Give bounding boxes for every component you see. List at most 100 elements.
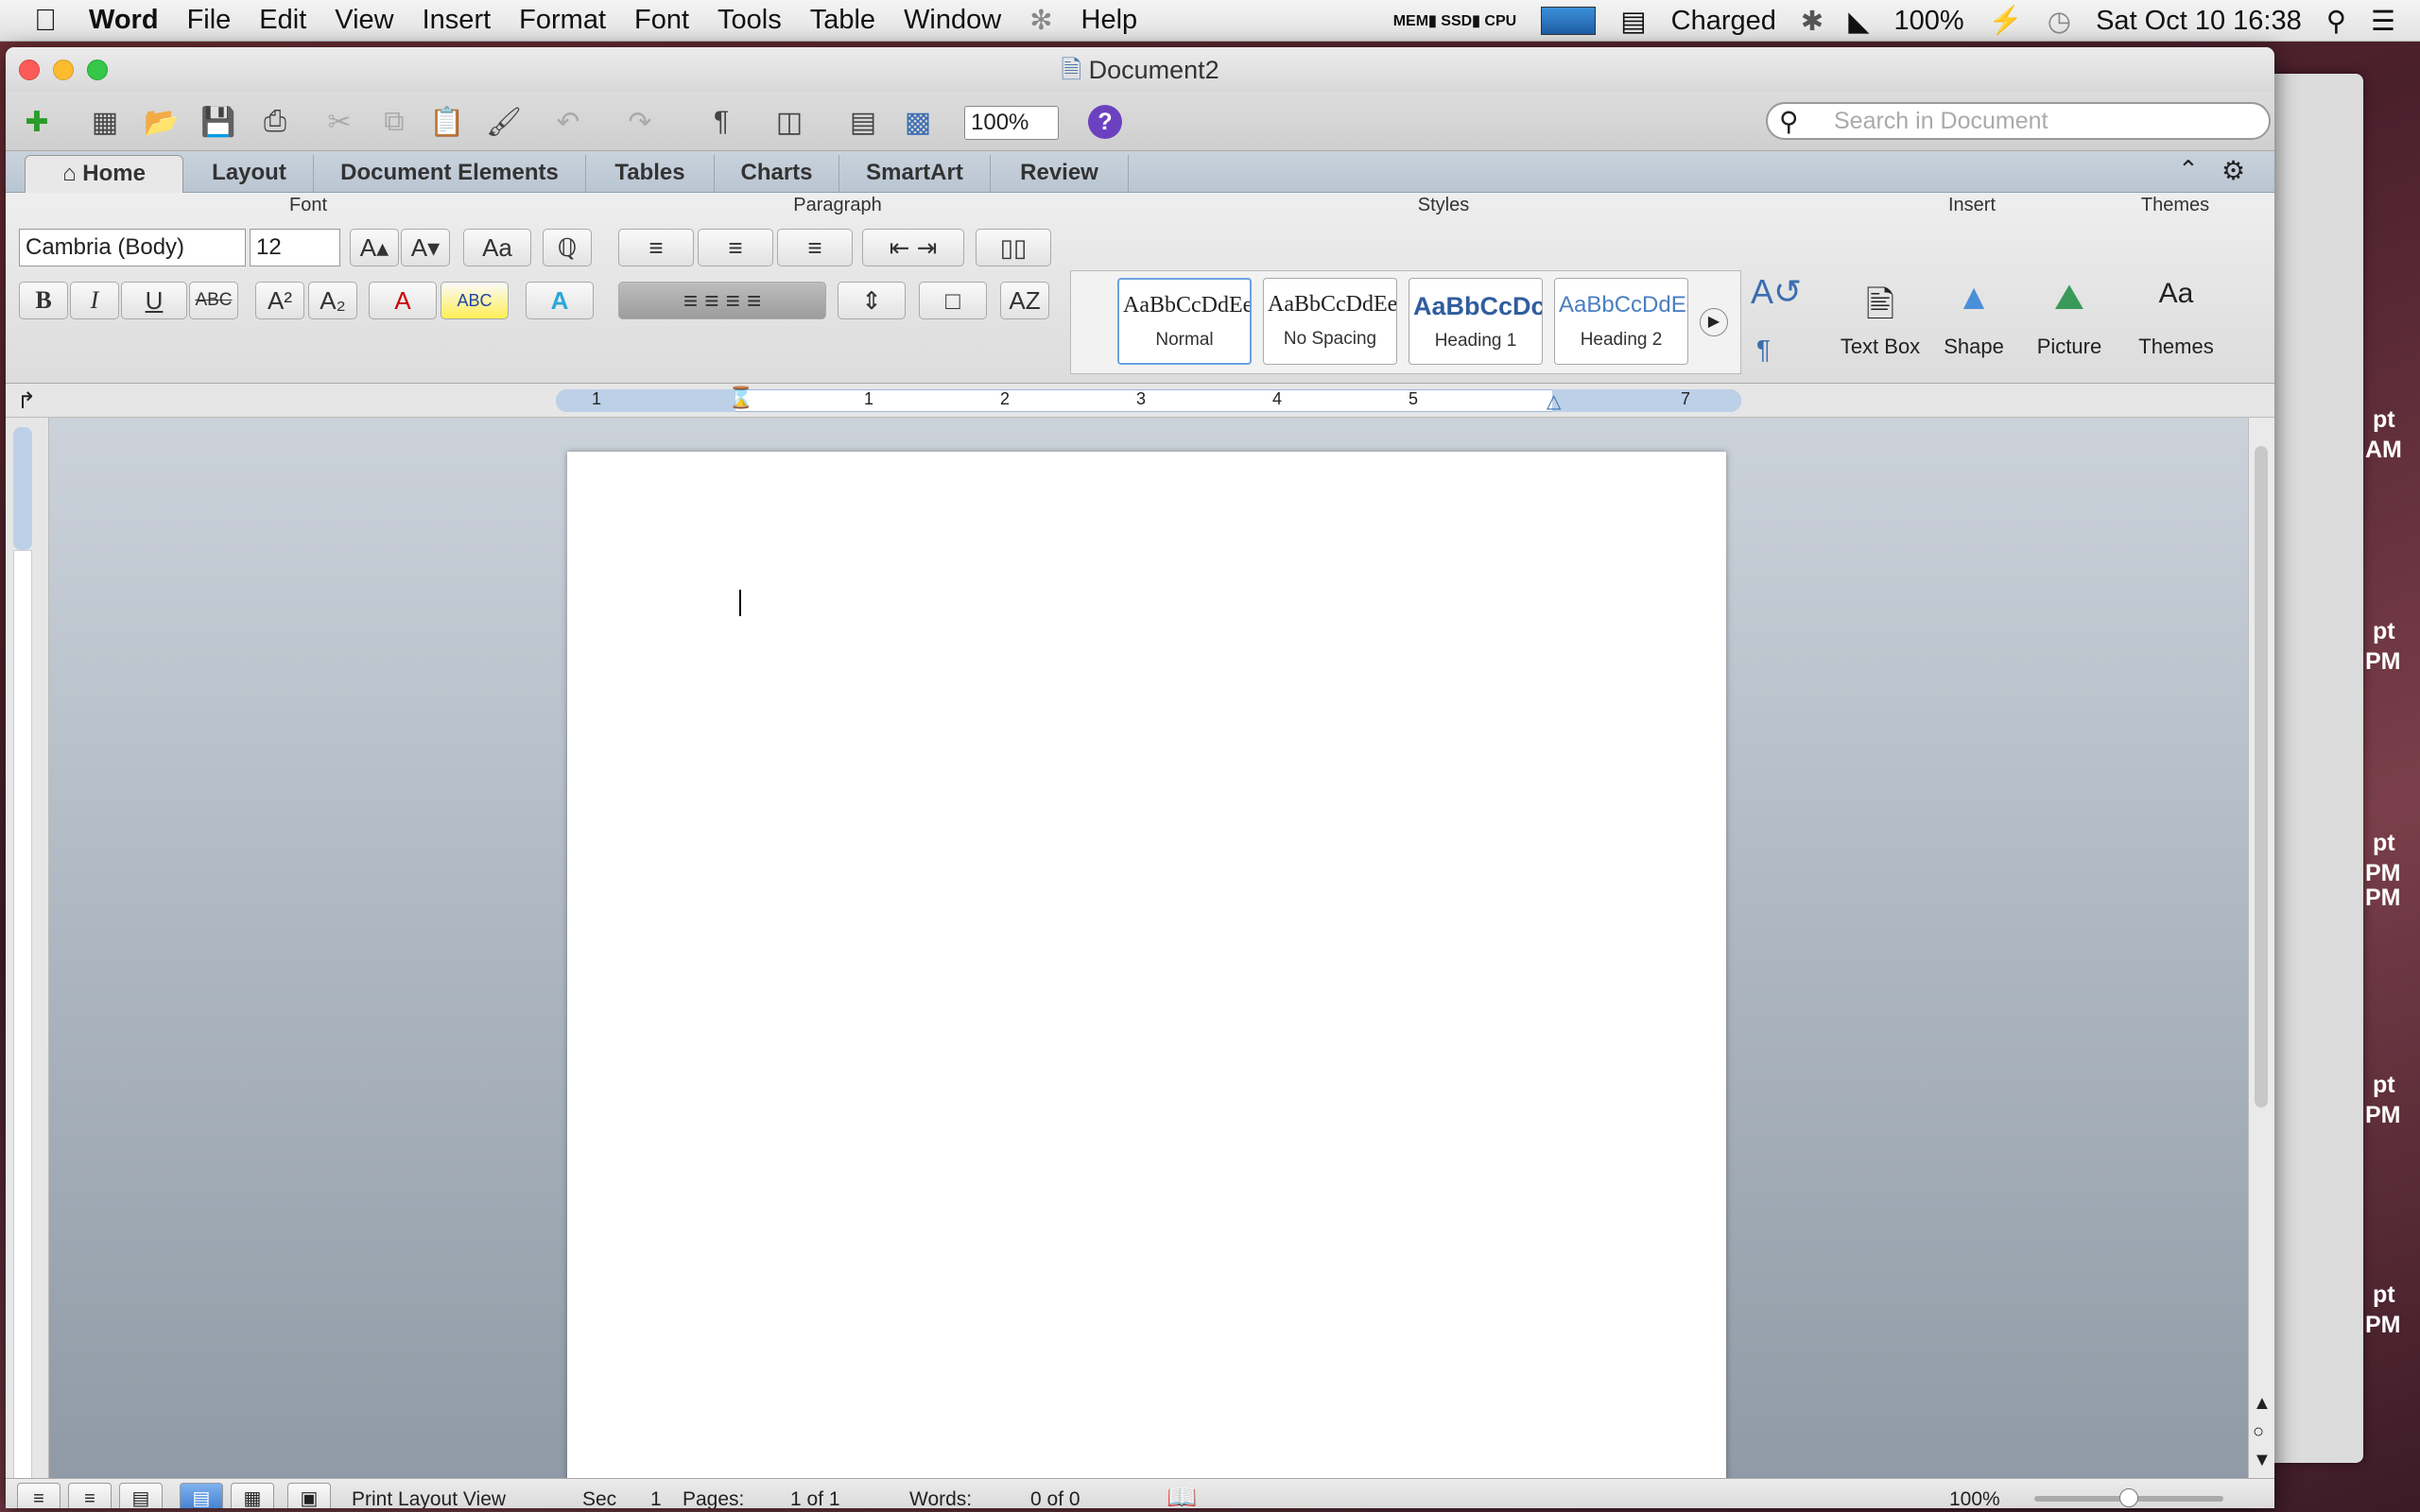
numbering-button[interactable]: ≡: [698, 229, 773, 266]
vertical-ruler[interactable]: [6, 418, 49, 1484]
battery-charging-icon[interactable]: ⚡: [1989, 5, 2023, 37]
strikethrough-button[interactable]: ABC: [189, 282, 238, 319]
print-layout-view-button[interactable]: ▤: [180, 1483, 223, 1508]
menu-table[interactable]: Table: [810, 5, 875, 36]
battery-status[interactable]: Charged: [1671, 6, 1776, 37]
menu-help[interactable]: Help: [1081, 5, 1138, 36]
wifi-icon[interactable]: ◣: [1848, 5, 1869, 38]
menu-tools[interactable]: Tools: [717, 5, 782, 36]
line-spacing-button[interactable]: ⇕: [838, 282, 906, 319]
collapse-ribbon-icon[interactable]: ⌃: [2178, 155, 2199, 184]
gear-icon[interactable]: ⚙: [2221, 155, 2245, 186]
menu-app-word[interactable]: Word: [89, 5, 159, 36]
shrink-font-icon[interactable]: A▾: [401, 229, 450, 266]
script-icon[interactable]: ✻: [1029, 4, 1052, 37]
insert-picture[interactable]: ⛰ Picture: [2027, 278, 2112, 359]
style-heading-2[interactable]: AaBbCcDdEe Heading 2: [1554, 278, 1688, 365]
style-no-spacing[interactable]: AaBbCcDdEe No Spacing: [1263, 278, 1397, 365]
right-indent-marker-icon[interactable]: △: [1547, 389, 1561, 413]
change-case-icon[interactable]: Aa: [463, 229, 531, 266]
italic-button[interactable]: I: [70, 282, 119, 319]
bullets-button[interactable]: ≡: [618, 229, 694, 266]
tab-review[interactable]: Review: [991, 155, 1129, 193]
zoom-select[interactable]: 100%: [964, 106, 1059, 140]
zoom-button[interactable]: [87, 60, 108, 80]
style-heading-1[interactable]: AaBbCcDc Heading 1: [1409, 278, 1543, 365]
spelling-status-icon[interactable]: 📖: [1167, 1483, 1197, 1508]
alignment-buttons[interactable]: ≡ ≡ ≡ ≡: [618, 282, 826, 319]
font-size-select[interactable]: 12: [250, 229, 340, 266]
search-input[interactable]: Search in Document: [1766, 102, 2271, 140]
bold-button[interactable]: B: [19, 282, 68, 319]
tab-smartart[interactable]: SmartArt: [839, 155, 991, 193]
text-effects-button[interactable]: A: [526, 282, 594, 319]
subscript-button[interactable]: A₂: [308, 282, 357, 319]
apple-icon[interactable]: : [34, 3, 57, 38]
clock[interactable]: Sat Oct 10 16:38: [2096, 6, 2302, 37]
font-color-button[interactable]: A: [369, 282, 437, 319]
format-painter-icon[interactable]: 🖌: [484, 102, 524, 142]
open-icon[interactable]: 📂: [142, 102, 182, 142]
horizontal-ruler[interactable]: ↱ 1 1 2 3 4 5 7 ⌛ △: [6, 384, 2274, 418]
time-machine-icon[interactable]: ◷: [2048, 5, 2071, 38]
spotlight-icon[interactable]: ⚲: [2326, 5, 2346, 38]
tab-tables[interactable]: Tables: [586, 155, 715, 193]
outline-view-button[interactable]: ≡: [68, 1483, 112, 1508]
close-button[interactable]: [19, 60, 40, 80]
font-name-select[interactable]: Cambria (Body): [19, 229, 246, 266]
view-icon[interactable]: ▤: [843, 102, 883, 142]
menu-edit[interactable]: Edit: [259, 5, 306, 36]
paste-icon[interactable]: 📋: [427, 102, 467, 142]
underline-button[interactable]: U: [121, 282, 187, 319]
tab-document-elements[interactable]: Document Elements: [314, 155, 586, 193]
menu-format[interactable]: Format: [519, 5, 606, 36]
indent-buttons[interactable]: ⇤ ⇥: [862, 229, 964, 266]
styles-next-icon[interactable]: ▶: [1700, 308, 1728, 336]
memory-monitor-icon[interactable]: MEM▮ SSD▮ CPU: [1393, 11, 1517, 30]
show-formatting-icon[interactable]: ¶: [701, 102, 741, 142]
manage-styles-icon[interactable]: A↺: [1751, 272, 1802, 312]
media-browser-icon[interactable]: ▩: [898, 102, 938, 142]
new-document-icon[interactable]: ✚: [17, 102, 57, 142]
style-normal[interactable]: AaBbCcDdEe Normal: [1117, 278, 1252, 365]
tab-home[interactable]: ⌂ Home: [25, 155, 183, 193]
save-icon[interactable]: 💾: [199, 102, 238, 142]
cut-icon[interactable]: ✂: [320, 102, 359, 142]
scroll-thumb[interactable]: [2255, 446, 2268, 1108]
print-icon[interactable]: ⎙: [255, 102, 295, 142]
redo-icon[interactable]: ↷: [620, 102, 660, 142]
draft-view-button[interactable]: ≡: [17, 1483, 60, 1508]
notification-center-icon[interactable]: ☰: [2371, 5, 2395, 38]
menu-window[interactable]: Window: [904, 5, 1001, 36]
sort-button[interactable]: AZ: [1000, 282, 1049, 319]
search-icon[interactable]: ⚲: [1779, 106, 1799, 137]
menu-font[interactable]: Font: [634, 5, 689, 36]
focus-view-button[interactable]: ▣: [287, 1483, 331, 1508]
cpu-graph-icon[interactable]: [1541, 7, 1597, 35]
bluetooth-icon[interactable]: ✱: [1801, 5, 1824, 38]
themes-button[interactable]: Aa Themes: [2131, 278, 2221, 359]
clear-formatting-icon[interactable]: ℚ: [543, 229, 592, 266]
tab-stop-icon[interactable]: ↱: [17, 387, 36, 415]
borders-button[interactable]: □: [919, 282, 987, 319]
help-icon[interactable]: ?: [1088, 105, 1122, 139]
menu-insert[interactable]: Insert: [423, 5, 492, 36]
styles-pane-icon[interactable]: ¶: [1756, 335, 1771, 365]
indent-marker-icon[interactable]: ⌛: [728, 386, 753, 410]
insert-text-box[interactable]: 🖹 Text Box: [1838, 278, 1923, 359]
columns-button[interactable]: ▯▯: [976, 229, 1051, 266]
publishing-view-button[interactable]: ▤: [119, 1483, 163, 1508]
grow-font-icon[interactable]: A▴: [350, 229, 399, 266]
notebook-view-button[interactable]: ▦: [231, 1483, 274, 1508]
copy-icon[interactable]: ⧉: [374, 102, 414, 142]
tab-charts[interactable]: Charts: [715, 155, 839, 193]
previous-page-icon[interactable]: ▲: [2253, 1393, 2272, 1415]
minimize-button[interactable]: [53, 60, 74, 80]
menu-file[interactable]: File: [187, 5, 232, 36]
sidebar-icon[interactable]: ◫: [769, 102, 809, 142]
browse-object-icon[interactable]: ○: [2253, 1421, 2264, 1443]
undo-icon[interactable]: ↶: [548, 102, 588, 142]
multilevel-list-button[interactable]: ≡: [777, 229, 853, 266]
zoom-slider-thumb[interactable]: [2119, 1488, 2138, 1507]
battery-icon[interactable]: ▤: [1620, 5, 1646, 38]
